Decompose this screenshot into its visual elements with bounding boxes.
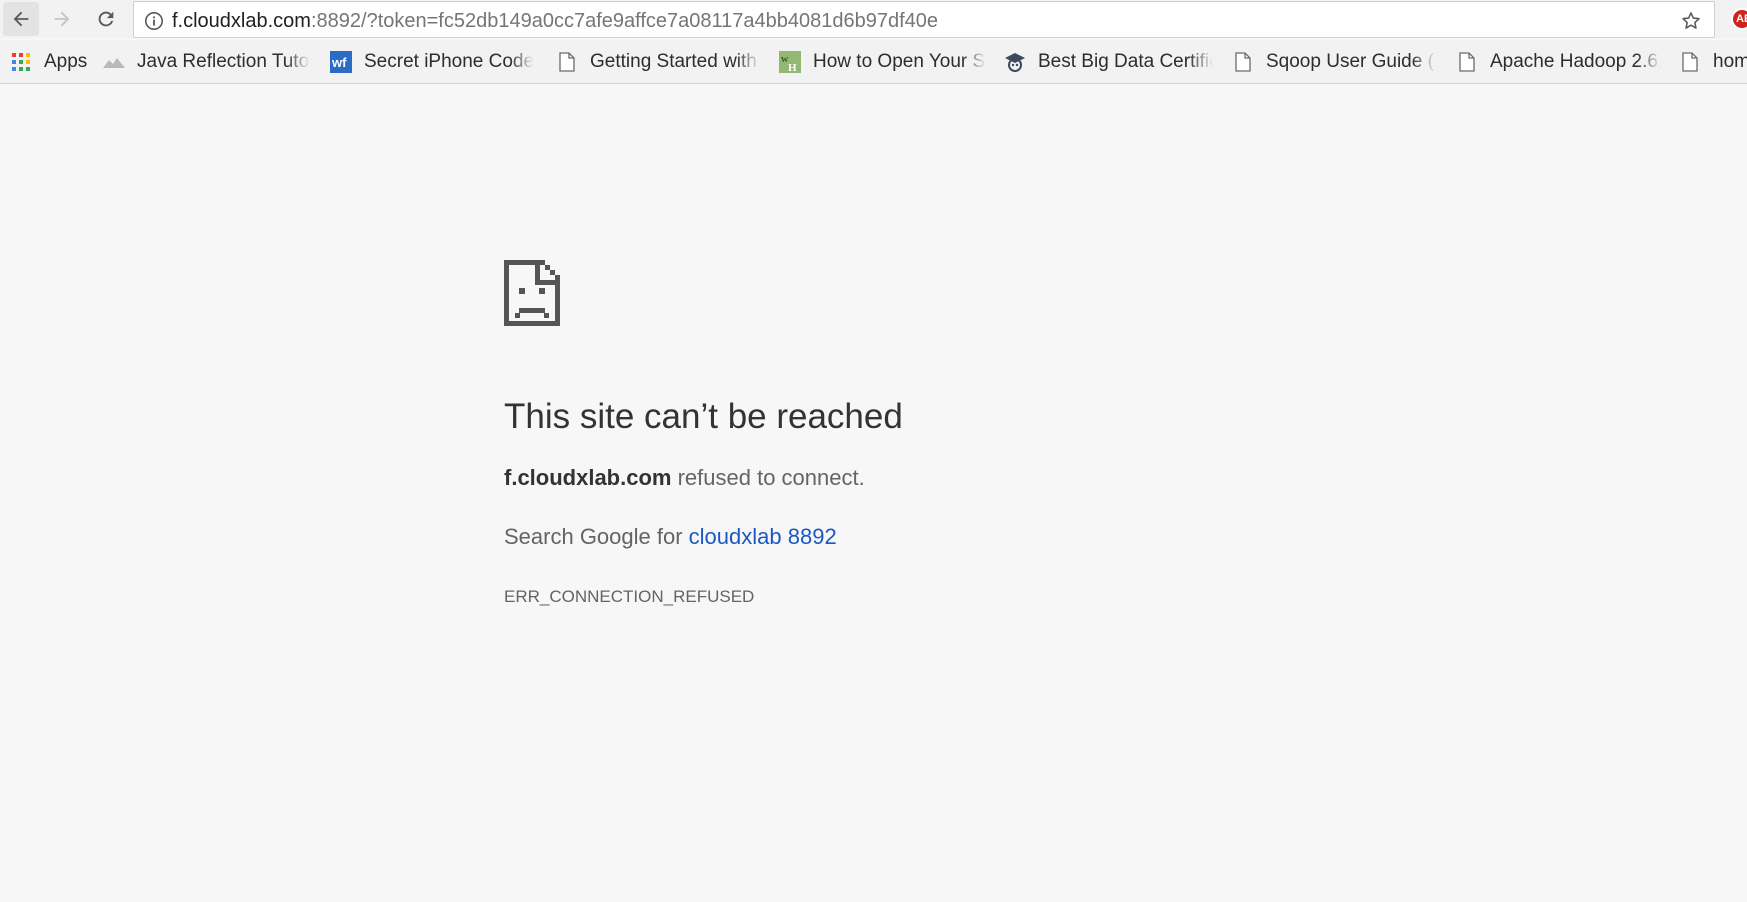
refused-text: refused to connect. [677,465,865,490]
bookmark-label: Best Big Data Certifica [1038,51,1213,73]
page-icon [1456,51,1478,73]
site-info-icon[interactable] [144,11,164,36]
search-prefix: Search Google for [504,524,683,549]
page-icon [1232,51,1254,73]
bookmark-label: Apps [44,51,88,72]
address-bar[interactable]: f.cloudxlab.com:8892/?token=fc52db149a0c… [133,1,1715,38]
url-text[interactable]: f.cloudxlab.com:8892/?token=fc52db149a0c… [172,10,938,33]
adblock-extension-label: AB [1736,13,1747,25]
wikihow-icon: w H [779,51,801,73]
browser-toolbar: f.cloudxlab.com:8892/?token=fc52db149a0c… [0,0,1747,38]
error-message: f.cloudxlab.com refused to connect. [504,465,865,491]
bookmark-java-reflection[interactable]: Java Reflection Tutori [103,49,310,75]
reload-icon [98,11,114,27]
bookmark-how-to-open[interactable]: w H How to Open Your Sp [779,49,986,75]
error-title: This site can’t be reached [504,397,903,436]
search-suggestion: Search Google for cloudxlab 8892 [504,524,837,550]
bookmarks-bar: Apps Java Reflection Tutori wf Secret iP… [0,40,1747,84]
bookmark-label: Apache Hadoop 2.6.0 [1490,51,1661,73]
bookmark-label: Getting Started with J [590,51,760,73]
forward-button[interactable] [44,2,80,36]
bookmark-star-icon[interactable] [1680,10,1702,37]
bookmark-secret-iphone[interactable]: wf Secret iPhone Codes [330,49,534,75]
arrow-left-icon [13,11,29,27]
bookmark-label: Java Reflection Tutori [137,51,310,73]
svg-text:H: H [788,62,797,73]
bookmark-home[interactable]: hom [1679,49,1747,75]
bookmark-apps[interactable]: Apps [10,49,87,75]
bookmark-label: hom [1713,51,1747,72]
adblock-extension-icon[interactable]: AB [1731,8,1747,30]
page-icon [556,51,578,73]
bookmark-apache-hadoop[interactable]: Apache Hadoop 2.6.0 [1456,49,1661,75]
apps-grid-icon [10,51,32,73]
bookmark-sqoop-guide[interactable]: Sqoop User Guide (v1 [1232,49,1436,75]
graduation-icon [1004,51,1026,73]
bookmark-label: Secret iPhone Codes [364,51,534,73]
back-button[interactable] [3,2,39,36]
arrow-right-icon [54,11,70,27]
error-code: ERR_CONNECTION_REFUSED [504,587,755,606]
search-google-link[interactable]: cloudxlab 8892 [689,524,837,549]
landscape-icon [103,51,125,73]
url-path: :8892/?token=fc52db149a0cc7afe9affce7a08… [310,10,939,32]
url-host: f.cloudxlab.com [172,10,311,32]
page-icon [1679,51,1701,73]
svg-text:wf: wf [331,55,347,70]
bookmark-label: Sqoop User Guide (v1 [1266,51,1436,73]
reload-button[interactable] [88,2,124,36]
bookmark-best-big-data[interactable]: Best Big Data Certifica [1004,49,1213,75]
error-host: f.cloudxlab.com [504,465,672,490]
wf-icon: wf [330,51,352,73]
bookmark-getting-started[interactable]: Getting Started with J [556,49,760,75]
sad-page-icon [504,260,560,331]
bookmark-label: How to Open Your Sp [813,51,986,73]
